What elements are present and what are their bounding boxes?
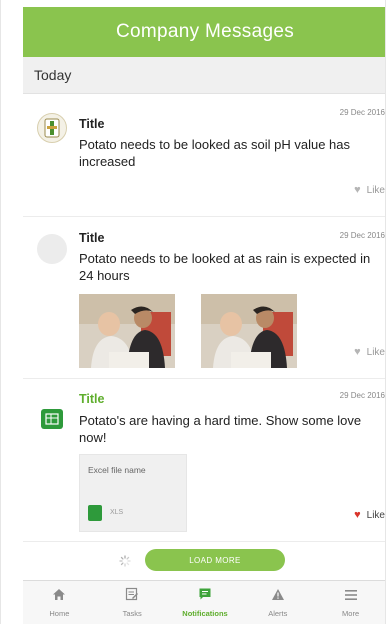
- message-card[interactable]: Title 29 Dec 2016 Potato's are having a …: [23, 379, 385, 542]
- message-card[interactable]: Title 29 Dec 2016 Potato needs to be loo…: [23, 217, 385, 379]
- menu-icon: [344, 588, 358, 606]
- load-more-row: LOAD MORE: [23, 542, 385, 578]
- tab-notifications[interactable]: Notifications: [169, 581, 242, 624]
- message-card[interactable]: Title 29 Dec 2016 Potato needs to be loo…: [23, 95, 385, 217]
- like-label: Like: [366, 509, 385, 521]
- tab-label: Notifications: [182, 609, 228, 618]
- tab-alerts[interactable]: Alerts: [241, 581, 314, 624]
- excel-file-icon: [41, 409, 63, 429]
- message-date: 29 Dec 2016: [339, 391, 385, 400]
- home-icon: [52, 588, 66, 606]
- section-label: Today: [34, 67, 72, 83]
- bottom-tab-bar: Home Tasks Notifications Alerts More: [23, 580, 385, 624]
- company-logo-icon: [37, 113, 67, 143]
- tab-label: Alerts: [268, 608, 288, 618]
- file-name: Excel file name: [88, 465, 146, 475]
- message-date: 29 Dec 2016: [339, 108, 385, 117]
- tab-more[interactable]: More: [314, 581, 385, 624]
- heart-icon: ♥: [354, 184, 361, 196]
- message-body: Potato needs to be looked as soil pH val…: [79, 137, 351, 169]
- app-header: Company Messages: [23, 7, 385, 57]
- app-screen: Company Messages Today Title 29 Dec 2016…: [0, 0, 386, 624]
- tasks-icon: [125, 587, 139, 606]
- message-title: Title: [79, 117, 105, 131]
- tab-label: Home: [49, 608, 70, 618]
- message-photo[interactable]: [201, 294, 297, 368]
- message-title: Title: [79, 392, 105, 406]
- like-button[interactable]: ♥ Like: [354, 184, 385, 196]
- tab-tasks[interactable]: Tasks: [96, 581, 169, 624]
- excel-file-icon: [88, 505, 102, 521]
- tab-label: Tasks: [122, 609, 142, 618]
- alert-icon: [271, 588, 285, 606]
- notifications-icon: [198, 587, 212, 606]
- message-photo[interactable]: [79, 294, 175, 368]
- heart-icon: ♥: [354, 346, 361, 358]
- message-body: Potato needs to be looked at as rain is …: [79, 251, 371, 283]
- like-button[interactable]: ♥ Like: [354, 346, 385, 358]
- loading-spinner-icon: [119, 554, 131, 567]
- like-label: Like: [366, 184, 385, 196]
- tab-home[interactable]: Home: [23, 581, 96, 624]
- like-label: Like: [366, 346, 385, 358]
- message-body: Potato's are having a hard time. Show so…: [79, 413, 362, 445]
- page-title: Company Messages: [116, 21, 294, 42]
- message-date: 29 Dec 2016: [339, 231, 385, 240]
- message-title: Title: [79, 231, 105, 245]
- blank-avatar: [37, 234, 67, 264]
- top-strip: [1, 0, 385, 7]
- section-header-today: Today: [23, 57, 385, 94]
- file-extension: XLS: [110, 509, 124, 516]
- heart-icon: ♥: [354, 509, 361, 521]
- like-button[interactable]: ♥ Like: [354, 509, 385, 521]
- file-attachment[interactable]: Excel file name XLS: [79, 454, 187, 532]
- tab-label: More: [342, 608, 360, 618]
- load-more-button[interactable]: LOAD MORE: [145, 549, 285, 571]
